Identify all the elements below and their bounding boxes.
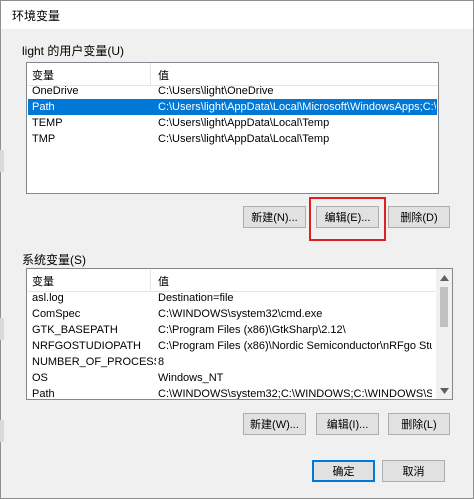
title-bar[interactable]: 环境变量 <box>1 1 473 29</box>
variable-name: NRFGOSTUDIOPATH <box>32 340 141 352</box>
variable-name: OS <box>32 372 48 384</box>
variable-value: C:\Users\light\AppData\Local\Microsoft\W… <box>158 101 436 113</box>
column-header-value[interactable]: 值 <box>158 273 169 289</box>
variable-name: NUMBER_OF_PROCESSORS <box>32 356 156 368</box>
list-item[interactable]: asl.log Destination=file <box>28 290 433 306</box>
variable-name: Path <box>32 101 55 113</box>
list-header: 变量 值 <box>27 269 435 292</box>
variable-value: C:\Users\light\OneDrive <box>158 85 274 97</box>
variable-value: C:\WINDOWS\system32;C:\WINDOWS;C:\WINDOW… <box>158 388 432 400</box>
column-divider[interactable] <box>150 269 151 291</box>
variable-value: C:\WINDOWS\system32\cmd.exe <box>158 308 323 320</box>
arrow-up-icon[interactable] <box>436 269 452 286</box>
variable-name: Path <box>32 388 55 400</box>
variable-value: Windows_NT <box>158 372 224 384</box>
variable-name: GTK_BASEPATH <box>32 324 118 336</box>
list-item[interactable]: OneDrive C:\Users\light\OneDrive <box>28 83 437 99</box>
scrollbar-thumb[interactable] <box>440 287 448 327</box>
delete-user-variable-button[interactable]: 删除(D) <box>388 206 450 228</box>
list-item-selected[interactable]: Path C:\Users\light\AppData\Local\Micros… <box>28 99 437 115</box>
list-item[interactable]: TEMP C:\Users\light\AppData\Local\Temp <box>28 115 437 131</box>
list-item[interactable]: NRFGOSTUDIOPATH C:\Program Files (x86)\N… <box>28 338 433 354</box>
variable-value: C:\Users\light\AppData\Local\Temp <box>158 133 330 145</box>
arrow-down-icon[interactable] <box>436 382 452 399</box>
background-window-edge <box>0 318 4 340</box>
background-window-edge <box>0 150 4 172</box>
system-variables-list[interactable]: 变量 值 asl.log Destination=file ComSpec C:… <box>26 268 453 400</box>
list-item[interactable]: Path C:\WINDOWS\system32;C:\WINDOWS;C:\W… <box>28 386 433 400</box>
variable-name: TMP <box>32 133 56 145</box>
list-item[interactable]: OS Windows_NT <box>28 370 433 386</box>
variable-value: 8 <box>158 356 165 368</box>
user-variables-list[interactable]: 变量 值 OneDrive C:\Users\light\OneDrive Pa… <box>26 62 439 194</box>
column-header-variable[interactable]: 变量 <box>32 67 54 83</box>
window-title: 环境变量 <box>12 9 61 23</box>
variable-name: asl.log <box>32 292 64 304</box>
new-system-variable-button[interactable]: 新建(W)... <box>243 413 306 435</box>
system-variables-label: 系统变量(S) <box>22 253 86 267</box>
variable-name: TEMP <box>32 117 63 129</box>
background-window-edge <box>0 420 4 442</box>
variable-value: Destination=file <box>158 292 234 304</box>
column-header-value[interactable]: 值 <box>158 67 169 83</box>
highlight-annotation-box <box>309 197 386 241</box>
variable-name: ComSpec <box>32 308 81 320</box>
column-header-variable[interactable]: 变量 <box>32 273 54 289</box>
variable-value: C:\Users\light\AppData\Local\Temp <box>158 117 330 129</box>
cancel-button[interactable]: 取消 <box>382 460 445 482</box>
ok-button[interactable]: 确定 <box>312 460 375 482</box>
variable-name: OneDrive <box>32 85 79 97</box>
edit-system-variable-button[interactable]: 编辑(I)... <box>316 413 379 435</box>
variable-value: C:\Program Files (x86)\Nordic Semiconduc… <box>158 340 432 352</box>
list-item[interactable]: ComSpec C:\WINDOWS\system32\cmd.exe <box>28 306 433 322</box>
list-item[interactable]: GTK_BASEPATH C:\Program Files (x86)\GtkS… <box>28 322 433 338</box>
column-divider[interactable] <box>150 63 151 85</box>
new-user-variable-button[interactable]: 新建(N)... <box>243 206 306 228</box>
list-item[interactable]: NUMBER_OF_PROCESSORS 8 <box>28 354 433 370</box>
vertical-scrollbar[interactable] <box>436 269 452 399</box>
delete-system-variable-button[interactable]: 删除(L) <box>388 413 450 435</box>
variable-value: C:\Program Files (x86)\GtkSharp\2.12\ <box>158 324 346 336</box>
user-variables-label: light 的用户变量(U) <box>22 44 125 58</box>
list-item[interactable]: TMP C:\Users\light\AppData\Local\Temp <box>28 131 437 147</box>
